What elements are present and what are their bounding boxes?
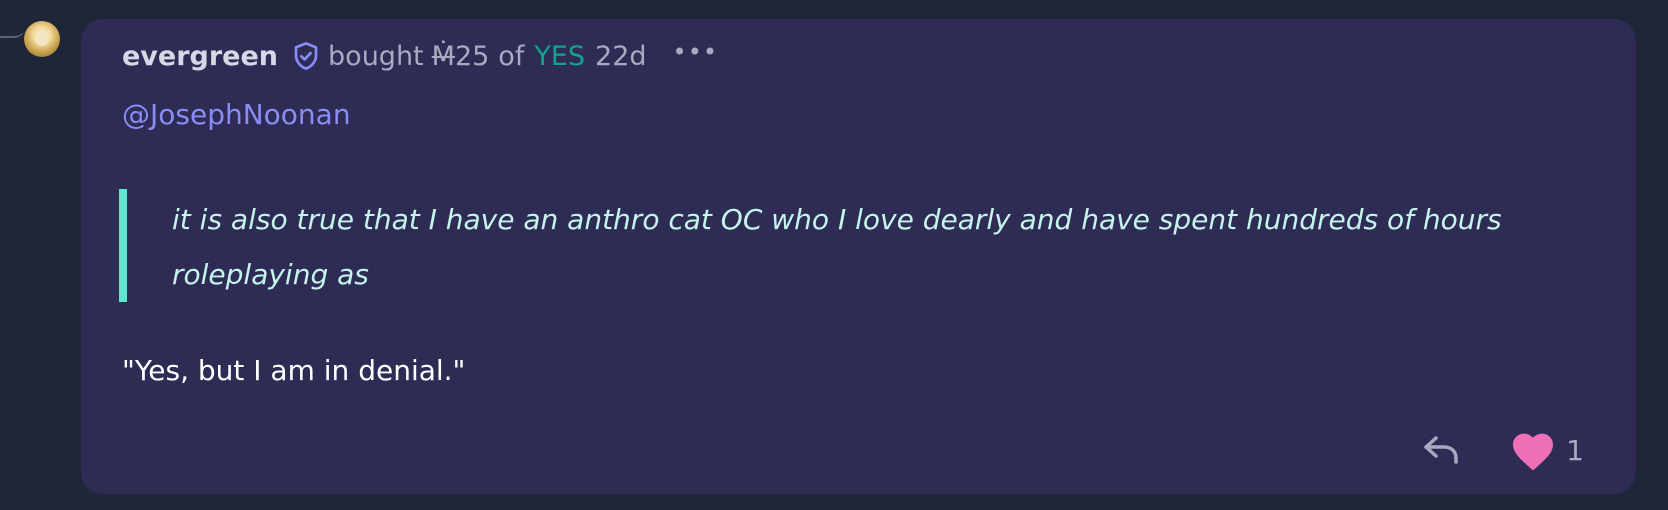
thread-connector <box>0 22 26 38</box>
comment-actions: 1 <box>1422 428 1584 472</box>
heart-icon <box>1513 433 1554 471</box>
like-button[interactable]: 1 <box>1508 428 1584 472</box>
like-count: 1 <box>1566 433 1584 467</box>
avatar[interactable] <box>24 21 60 57</box>
comment-header: evergreen bought Ṁ 25 of YES 22d ••• <box>122 37 718 75</box>
verified-badge-icon <box>290 40 322 72</box>
quote-text: it is also true that I have an anthro ca… <box>172 203 1502 291</box>
comment-card: evergreen bought Ṁ 25 of YES 22d ••• @Jo… <box>81 19 1636 494</box>
comment-body-text: "Yes, but I am in denial." <box>122 354 466 387</box>
currency-symbol: Ṁ <box>431 40 455 72</box>
username[interactable]: evergreen <box>122 41 278 72</box>
more-options-icon[interactable]: ••• <box>673 40 718 64</box>
timestamp[interactable]: 22d <box>595 41 647 72</box>
blockquote: it is also true that I have an anthro ca… <box>119 189 1527 302</box>
of-text: of <box>498 40 525 72</box>
action-text: bought <box>328 40 424 72</box>
user-mention-link[interactable]: @JosephNoonan <box>122 98 351 131</box>
bet-outcome: YES <box>534 40 586 72</box>
bet-amount: 25 <box>454 40 490 72</box>
reply-icon <box>1424 436 1458 464</box>
reply-button[interactable] <box>1422 432 1462 468</box>
